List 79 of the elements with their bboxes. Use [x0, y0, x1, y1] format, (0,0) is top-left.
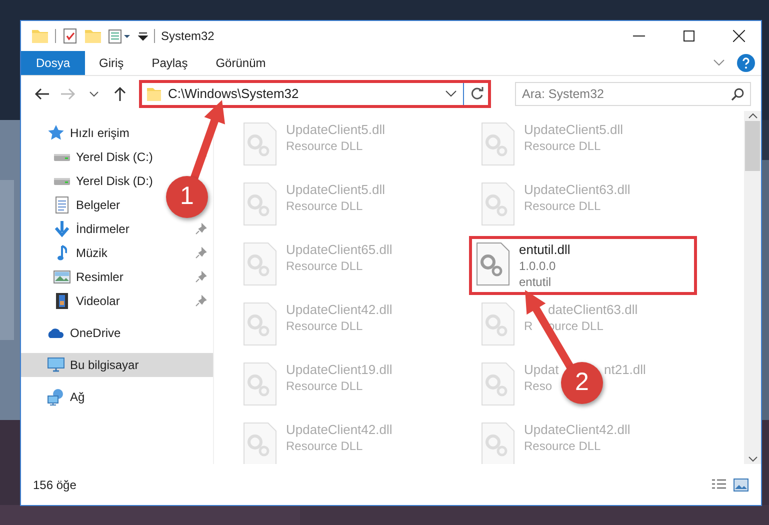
- chevron-down-icon[interactable]: [445, 90, 457, 98]
- file-detail: Resource DLL: [524, 138, 601, 154]
- file-name: UpdateClient42.dll: [286, 302, 392, 318]
- ribbon-tab[interactable]: Görünüm: [202, 51, 280, 75]
- cloud-icon: [47, 327, 65, 339]
- help-icon[interactable]: [737, 54, 755, 72]
- search-field[interactable]: Ara: System32: [515, 82, 751, 106]
- file-detail: R: [524, 318, 533, 334]
- details-view-icon[interactable]: [711, 478, 727, 492]
- view-options-icon[interactable]: [108, 27, 132, 45]
- file-name: UpdateClient5.dll: [286, 122, 386, 138]
- file-detail: entutil: [519, 274, 552, 290]
- search-icon: [731, 88, 744, 100]
- monitor-icon: [47, 357, 65, 373]
- up-arrow-icon: [113, 86, 127, 102]
- scrollbar[interactable]: [744, 111, 761, 464]
- file-detail: Reso: [524, 378, 552, 394]
- network-icon: [47, 388, 65, 406]
- item-count: 156 öğe: [33, 476, 76, 494]
- file-detail: Resource DLL: [286, 438, 363, 454]
- sidebar-item[interactable]: Videolar: [21, 289, 124, 313]
- address-path: C:\Windows\System32: [168, 84, 300, 103]
- star-icon: [47, 124, 65, 142]
- sidebar-item[interactable]: Müzik: [21, 241, 112, 265]
- file-name: UpdateClient63.dll: [524, 182, 630, 198]
- sidebar-item[interactable]: Resimler: [21, 265, 128, 289]
- file-detail: Resource DLL: [286, 198, 363, 214]
- file-detail: Resource DLL: [286, 378, 363, 394]
- new-folder-icon[interactable]: [84, 27, 102, 45]
- chevron-down-icon: [89, 90, 99, 96]
- file-detail: Resource DLL: [524, 438, 601, 454]
- sidebar-item[interactable]: Ağ: [21, 385, 89, 409]
- scrollbar-thumb[interactable]: [745, 121, 760, 171]
- address-bar[interactable]: C:\Windows\System32: [139, 80, 491, 108]
- file-name: dateClient63.dll: [548, 302, 638, 318]
- file-detail: Resource DLL: [286, 138, 363, 154]
- folder-icon[interactable]: [31, 27, 49, 45]
- film-icon: [55, 292, 69, 310]
- file-name: UpdateClient5.dll: [286, 182, 386, 198]
- file-name: UpdateClient19.dll: [286, 362, 392, 378]
- file-detail: Resource DLL: [286, 258, 363, 274]
- file-detail: 1.0.0.0: [519, 258, 556, 274]
- file-name: nt21.dll: [604, 362, 646, 378]
- refresh-icon[interactable]: [470, 86, 484, 100]
- document-icon: [55, 196, 69, 214]
- back-arrow-icon: [34, 86, 50, 100]
- sidebar-item[interactable]: İndirmeler: [21, 217, 134, 241]
- large-icons-view-icon[interactable]: [733, 478, 749, 492]
- download-arrow-icon: [54, 220, 70, 238]
- file-name: UpdateClient5.dll: [524, 122, 624, 138]
- sidebar-item[interactable]: Yerel Disk (C:): [21, 145, 157, 169]
- close-icon: [733, 30, 745, 42]
- file-name: UpdateClient42.dll: [524, 422, 630, 438]
- maximize-icon: [683, 30, 695, 42]
- music-note-icon: [57, 244, 67, 262]
- file-gear-icon[interactable]: [476, 242, 510, 286]
- folder-icon: [146, 86, 162, 102]
- scroll-up-icon: [748, 111, 758, 119]
- forward-arrow-icon: [60, 86, 76, 100]
- scroll-down-icon: [748, 456, 758, 464]
- ribbon-tab[interactable]: Dosya: [21, 51, 86, 75]
- drive-icon: [53, 154, 71, 160]
- file-name: UpdateClient65.dll: [286, 242, 392, 258]
- file-name: entutil.dll: [519, 242, 570, 258]
- window-title: System32: [161, 28, 214, 45]
- file-detail: Resource DLL: [524, 198, 601, 214]
- sidebar-item[interactable]: Bu bilgisayar: [21, 353, 213, 377]
- file-name: Updat: [524, 362, 559, 378]
- ribbon-tab[interactable]: Giriş: [85, 51, 138, 75]
- sidebar-item[interactable]: Yerel Disk (D:): [21, 169, 157, 193]
- ribbon-tab[interactable]: Paylaş: [138, 51, 202, 75]
- sidebar-item[interactable]: Belgeler: [21, 193, 124, 217]
- sidebar-item[interactable]: Hızlı erişim: [21, 121, 134, 145]
- file-detail: Resource DLL: [286, 318, 363, 334]
- drive-icon: [53, 178, 71, 184]
- picture-icon: [53, 270, 71, 284]
- file-name: UpdateClient42.dll: [286, 422, 392, 438]
- properties-icon[interactable]: [62, 27, 78, 45]
- sidebar-item[interactable]: OneDrive: [21, 321, 125, 345]
